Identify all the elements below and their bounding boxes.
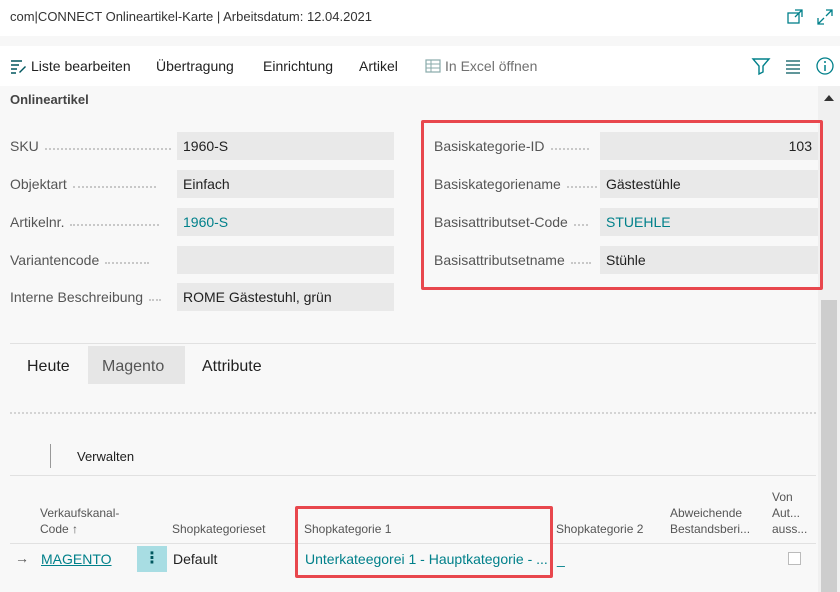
setup-menu[interactable]: Einrichtung <box>263 58 333 74</box>
action-bar: Liste bearbeiten Übertragung Einrichtung… <box>0 46 840 86</box>
manage-separator <box>50 444 51 468</box>
highlight-frame-base-fields <box>421 120 823 290</box>
transfer-menu[interactable]: Übertragung <box>156 58 234 74</box>
scroll-thumb[interactable] <box>821 300 837 592</box>
field-label-item-no: Artikelnr. <box>10 214 160 230</box>
column-header-from-auto[interactable]: Von Aut... auss... <box>772 489 807 537</box>
tab-magento[interactable]: Magento <box>88 346 185 384</box>
edit-list-icon <box>11 59 26 74</box>
edit-list-label: Liste bearbeiten <box>31 58 131 74</box>
edit-list-button[interactable]: Liste bearbeiten <box>10 58 131 74</box>
column-header-category-set[interactable]: Shopkategorieset <box>172 521 265 537</box>
section-title: Onlineartikel <box>10 92 89 107</box>
dotted-separator <box>10 412 816 414</box>
field-label-sku: SKU <box>10 138 171 154</box>
channel-code-cell[interactable]: MAGENTO <box>41 551 112 567</box>
expand-icon[interactable] <box>816 8 834 26</box>
section-divider <box>10 343 816 344</box>
variant-code-field[interactable] <box>177 246 394 274</box>
list-view-icon[interactable] <box>783 56 803 76</box>
open-in-excel-label: In Excel öffnen <box>445 58 538 74</box>
column-header-category2[interactable]: Shopkategorie 2 <box>556 521 643 537</box>
field-label-variant-code: Variantencode <box>10 252 150 268</box>
internal-description-field[interactable]: ROME Gästestuhl, grün <box>177 283 394 311</box>
column-header-different-stock[interactable]: Abweichende Bestandsberi... <box>670 505 750 537</box>
field-label-internal-description: Interne Beschreibung <box>10 289 162 305</box>
scroll-up-arrow-icon[interactable] <box>824 95 834 101</box>
tab-today[interactable]: Heute <box>13 346 84 384</box>
title-bar: com|CONNECT Onlineartikel-Karte | Arbeit… <box>0 0 840 36</box>
row-menu-button[interactable]: ⋮ <box>137 546 167 572</box>
tab-attribute[interactable]: Attribute <box>188 346 276 384</box>
window-title: com|CONNECT Onlineartikel-Karte | Arbeit… <box>10 9 373 24</box>
from-auto-checkbox[interactable] <box>788 552 801 565</box>
filter-icon[interactable] <box>751 56 771 76</box>
item-no-field[interactable]: 1960-S <box>177 208 394 236</box>
item-menu[interactable]: Artikel <box>359 58 398 74</box>
open-new-window-icon[interactable] <box>786 8 804 26</box>
sku-field[interactable]: 1960-S <box>177 132 394 160</box>
field-label-object-type: Objektart <box>10 176 156 192</box>
manage-button[interactable]: Verwalten <box>77 449 134 464</box>
excel-icon <box>425 59 441 73</box>
category-set-cell[interactable]: Default <box>173 551 217 567</box>
column-header-channel-code[interactable]: Verkaufskanal- Code ↑ <box>40 505 119 537</box>
category2-cell[interactable]: _ <box>557 551 565 567</box>
current-row-arrow-icon: → <box>15 550 29 566</box>
info-icon[interactable] <box>815 56 835 76</box>
subpage-divider <box>10 475 816 476</box>
object-type-field[interactable]: Einfach <box>177 170 394 198</box>
open-in-excel-button[interactable]: In Excel öffnen <box>425 58 537 74</box>
highlight-frame-category1 <box>295 506 553 578</box>
